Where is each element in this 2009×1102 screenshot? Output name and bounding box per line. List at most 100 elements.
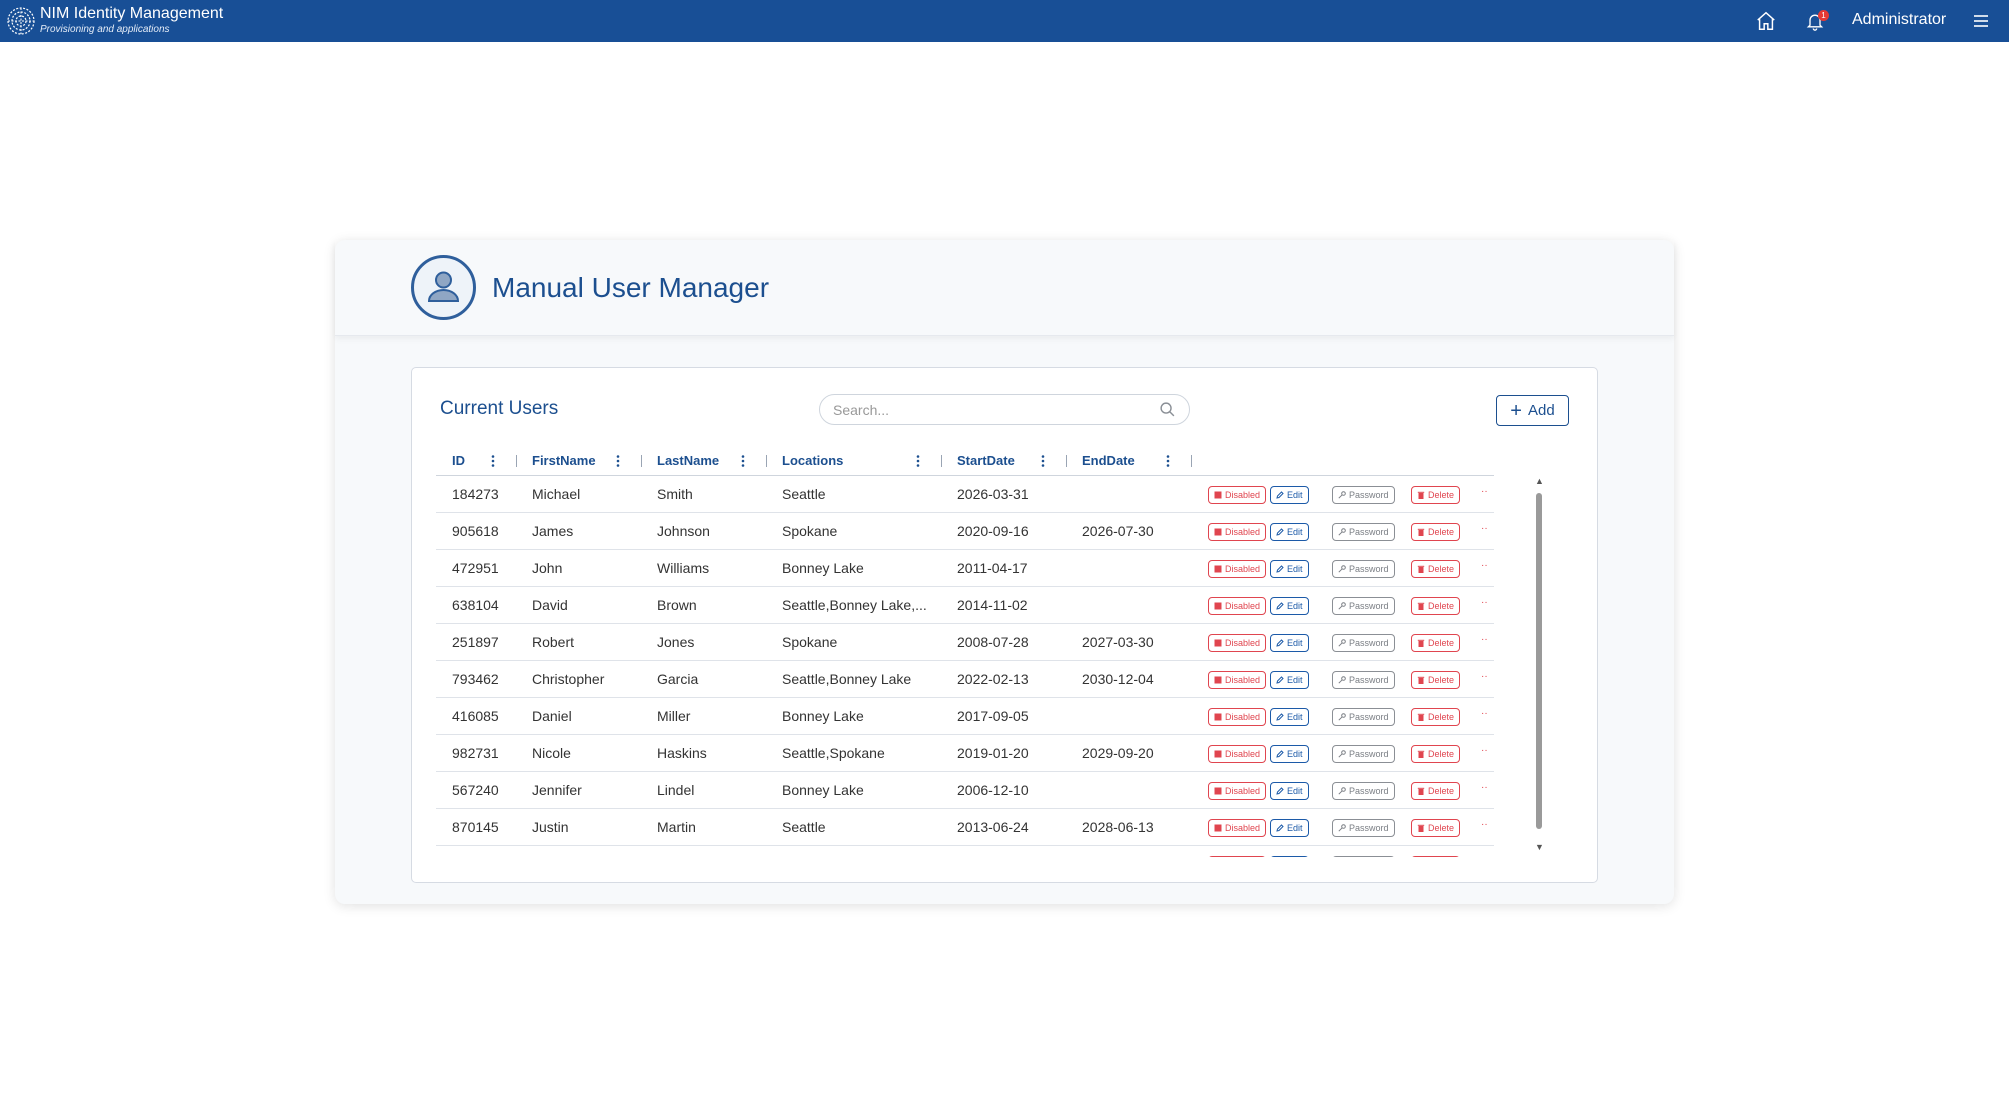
- scroll-thumb[interactable]: [1536, 493, 1542, 829]
- disabled-button[interactable]: Disabled: [1208, 745, 1267, 763]
- password-button[interactable]: Password: [1332, 745, 1395, 763]
- table-row[interactable]: 905618 James Johnson Spokane 2020-09-16 …: [436, 513, 1494, 550]
- disabled-button[interactable]: Disabled: [1208, 597, 1267, 615]
- disabled-button[interactable]: Disabled: [1208, 819, 1267, 837]
- table-row[interactable]: 567240 Jennifer Lindel Bonney Lake 2006-…: [436, 772, 1494, 809]
- overflow-more-icon[interactable]: ··: [1481, 708, 1488, 719]
- add-user-button[interactable]: + Add: [1496, 395, 1569, 426]
- search-icon[interactable]: [1159, 401, 1176, 418]
- edit-button[interactable]: Edit: [1270, 819, 1309, 837]
- delete-button[interactable]: Delete: [1411, 745, 1461, 763]
- brand[interactable]: NIM Identity Management Provisioning and…: [40, 5, 223, 36]
- table-row[interactable]: 184273 Michael Smith Seattle 2026-03-31 …: [436, 476, 1494, 513]
- column-menu-icon[interactable]: [741, 455, 745, 467]
- overflow-more-icon[interactable]: ··: [1481, 819, 1488, 830]
- column-resize-handle[interactable]: [516, 455, 517, 467]
- search-input[interactable]: [833, 395, 1153, 424]
- table-row[interactable]: 870145 Justin Martin Seattle 2013-06-24 …: [436, 809, 1494, 846]
- table-row[interactable]: 638104 David Brown Seattle,Bonney Lake,.…: [436, 587, 1494, 624]
- column-menu-icon[interactable]: [1166, 455, 1170, 467]
- notification-bell-icon[interactable]: 1: [1802, 8, 1829, 34]
- user-name[interactable]: Administrator: [1852, 11, 1946, 29]
- edit-button[interactable]: Edit: [1270, 560, 1309, 578]
- password-button[interactable]: Password: [1332, 856, 1395, 857]
- column-header-lastname[interactable]: LastName: [657, 446, 719, 476]
- password-button[interactable]: Password: [1332, 634, 1395, 652]
- cell-lastname: Smith: [657, 486, 693, 502]
- disabled-button[interactable]: Disabled: [1208, 856, 1267, 857]
- overflow-more-icon[interactable]: ··: [1481, 560, 1488, 571]
- delete-button[interactable]: Delete: [1411, 634, 1461, 652]
- table-row[interactable]: 416085 Daniel Miller Bonney Lake 2017-09…: [436, 698, 1494, 735]
- password-button[interactable]: Password: [1332, 523, 1395, 541]
- password-button[interactable]: Password: [1332, 671, 1395, 689]
- delete-button[interactable]: Delete: [1411, 523, 1461, 541]
- password-button[interactable]: Password: [1332, 708, 1395, 726]
- disabled-button[interactable]: Disabled: [1208, 486, 1267, 504]
- overflow-more-icon[interactable]: ··: [1481, 671, 1488, 682]
- column-resize-handle[interactable]: [641, 455, 642, 467]
- overflow-more-icon[interactable]: ··: [1481, 745, 1488, 756]
- column-resize-handle[interactable]: [1191, 455, 1192, 467]
- delete-button[interactable]: Delete: [1411, 782, 1461, 800]
- edit-button[interactable]: Edit: [1270, 634, 1309, 652]
- column-resize-handle[interactable]: [766, 455, 767, 467]
- edit-button[interactable]: Edit: [1270, 856, 1309, 857]
- delete-button[interactable]: Delete: [1411, 671, 1461, 689]
- edit-button[interactable]: Edit: [1270, 486, 1309, 504]
- scroll-down-arrow-icon[interactable]: ▼: [1535, 842, 1544, 852]
- table-row[interactable]: 982731 Nicole Haskins Seattle,Spokane 20…: [436, 735, 1494, 772]
- delete-button[interactable]: Delete: [1411, 708, 1461, 726]
- password-button[interactable]: Password: [1332, 597, 1395, 615]
- column-header-enddate[interactable]: EndDate: [1082, 446, 1135, 476]
- column-header-locations[interactable]: Locations: [782, 446, 843, 476]
- search-box[interactable]: [819, 394, 1190, 425]
- disabled-button[interactable]: Disabled: [1208, 708, 1267, 726]
- password-button[interactable]: Password: [1332, 560, 1395, 578]
- delete-button[interactable]: Delete: [1411, 597, 1461, 615]
- column-menu-icon[interactable]: [616, 455, 620, 467]
- edit-button[interactable]: Edit: [1270, 745, 1309, 763]
- table-row[interactable]: Disabled Edit Password Delete ··: [436, 846, 1494, 857]
- overflow-more-icon[interactable]: ··: [1481, 634, 1488, 645]
- column-resize-handle[interactable]: [1066, 455, 1067, 467]
- delete-button[interactable]: Delete: [1411, 856, 1461, 857]
- column-header-startdate[interactable]: StartDate: [957, 446, 1015, 476]
- disabled-button[interactable]: Disabled: [1208, 560, 1267, 578]
- column-menu-icon[interactable]: [491, 455, 495, 467]
- password-button[interactable]: Password: [1332, 782, 1395, 800]
- delete-button[interactable]: Delete: [1411, 560, 1461, 578]
- hamburger-menu-icon[interactable]: [1968, 8, 1994, 34]
- overflow-more-icon[interactable]: ··: [1481, 597, 1488, 608]
- disabled-button[interactable]: Disabled: [1208, 671, 1267, 689]
- delete-button[interactable]: Delete: [1411, 819, 1461, 837]
- column-menu-icon[interactable]: [916, 455, 920, 467]
- home-icon[interactable]: [1753, 8, 1779, 34]
- table-row[interactable]: 251897 Robert Jones Spokane 2008-07-28 2…: [436, 624, 1494, 661]
- column-header-id[interactable]: ID: [452, 446, 465, 476]
- delete-button[interactable]: Delete: [1411, 486, 1461, 504]
- edit-button[interactable]: Edit: [1270, 708, 1309, 726]
- vertical-scrollbar[interactable]: ▲ ▼: [1534, 476, 1544, 857]
- column-menu-icon[interactable]: [1041, 455, 1045, 467]
- scroll-up-arrow-icon[interactable]: ▲: [1535, 476, 1544, 486]
- disabled-button[interactable]: Disabled: [1208, 634, 1267, 652]
- overflow-more-icon[interactable]: ··: [1481, 856, 1488, 857]
- cell-lastname: Martin: [657, 819, 696, 835]
- overflow-more-icon[interactable]: ··: [1481, 523, 1488, 534]
- overflow-more-icon[interactable]: ··: [1481, 782, 1488, 793]
- overflow-more-icon[interactable]: ··: [1481, 486, 1488, 497]
- column-resize-handle[interactable]: [941, 455, 942, 467]
- password-button[interactable]: Password: [1332, 486, 1395, 504]
- edit-button[interactable]: Edit: [1270, 523, 1309, 541]
- disabled-square-icon: [1214, 639, 1222, 647]
- password-button[interactable]: Password: [1332, 819, 1395, 837]
- disabled-button[interactable]: Disabled: [1208, 523, 1267, 541]
- table-row[interactable]: 793462 Christopher Garcia Seattle,Bonney…: [436, 661, 1494, 698]
- edit-button[interactable]: Edit: [1270, 597, 1309, 615]
- edit-button[interactable]: Edit: [1270, 671, 1309, 689]
- edit-button[interactable]: Edit: [1270, 782, 1309, 800]
- table-row[interactable]: 472951 John Williams Bonney Lake 2011-04…: [436, 550, 1494, 587]
- column-header-firstname[interactable]: FirstName: [532, 446, 596, 476]
- disabled-button[interactable]: Disabled: [1208, 782, 1267, 800]
